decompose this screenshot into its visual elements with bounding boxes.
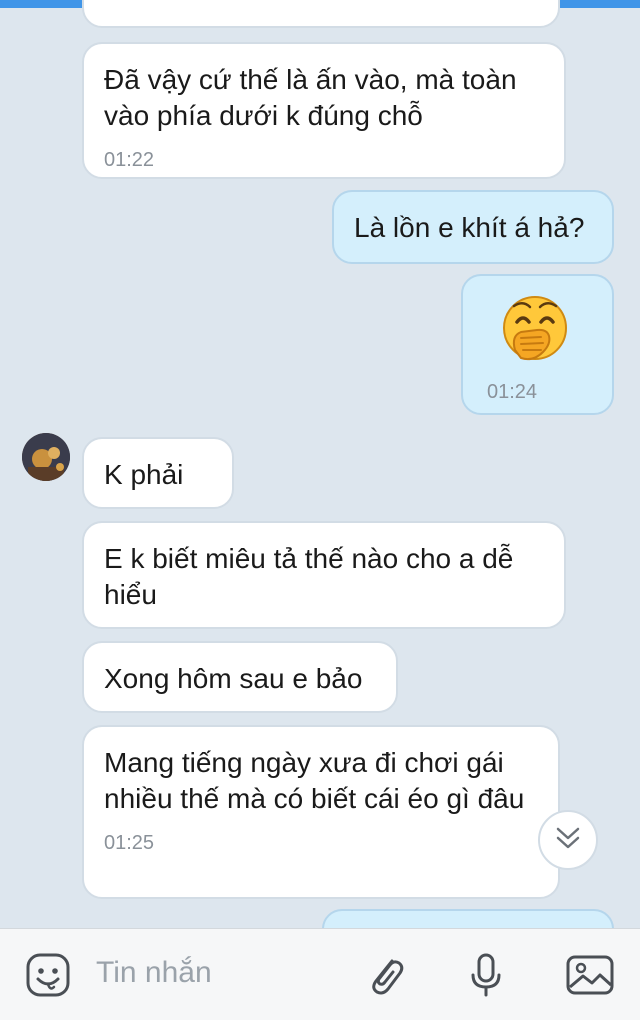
message-text: K phải bbox=[104, 459, 184, 490]
message-bubble-incoming[interactable]: E k biết miêu tả thế nào cho a dễ hiểu bbox=[82, 521, 566, 629]
emoji-icon[interactable] bbox=[20, 947, 76, 1003]
message-bubble-outgoing[interactable]: 01:24 bbox=[461, 274, 614, 415]
message-time: 01:22 bbox=[104, 149, 155, 171]
contact-avatar[interactable] bbox=[22, 433, 70, 481]
chat-history[interactable]: Đã vậy cứ thế là ấn vào, mà toàn vào phí… bbox=[0, 0, 640, 928]
microphone-icon[interactable] bbox=[458, 947, 514, 1003]
message-bubble-incoming[interactable]: K phải bbox=[82, 437, 234, 509]
message-text: Xong hôm sau e bảo bbox=[104, 663, 363, 694]
message-bubble-incoming[interactable]: Xong hôm sau e bảo bbox=[82, 641, 398, 713]
attachment-icon[interactable] bbox=[358, 947, 414, 1003]
message-text: Mang tiếng ngày xưa đi chơi gái nhiều th… bbox=[104, 747, 525, 814]
image-icon[interactable] bbox=[562, 947, 618, 1003]
message-text: E k biết miêu tả thế nào cho a dễ hiểu bbox=[104, 543, 522, 610]
message-text: Là lồn e khít á hả? bbox=[354, 212, 585, 243]
message-text: Đã vậy cứ thế là ấn vào, mà toàn vào phí… bbox=[104, 64, 525, 131]
message-time: 01:25 bbox=[104, 832, 155, 854]
message-composer: Tin nhắn bbox=[0, 928, 640, 1020]
message-bubble-incoming[interactable] bbox=[82, 0, 560, 28]
double-chevron-down-icon bbox=[553, 823, 583, 858]
message-bubble-outgoing[interactable] bbox=[322, 909, 614, 928]
hand-over-mouth-emoji-icon bbox=[497, 292, 573, 368]
message-time: 01:24 bbox=[487, 381, 538, 403]
message-bubble-incoming[interactable]: Đã vậy cứ thế là ấn vào, mà toàn vào phí… bbox=[82, 42, 566, 179]
message-bubble-incoming[interactable]: Mang tiếng ngày xưa đi chơi gái nhiều th… bbox=[82, 725, 560, 899]
message-bubble-outgoing[interactable]: Là lồn e khít á hả? bbox=[332, 190, 614, 264]
message-input[interactable]: Tin nhắn bbox=[96, 953, 212, 993]
scroll-to-bottom-button[interactable] bbox=[538, 810, 598, 870]
